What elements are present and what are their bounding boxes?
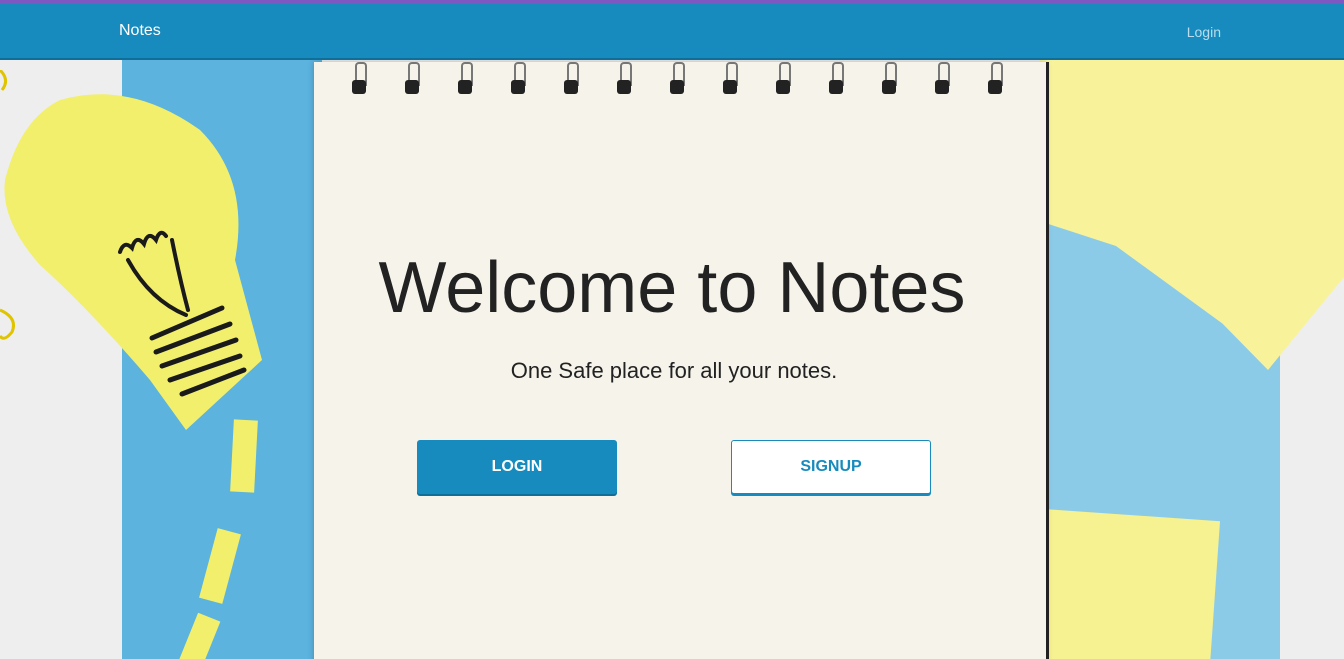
spiral-ring xyxy=(829,62,844,96)
page-title: Welcome to Notes xyxy=(378,248,966,328)
spiral-ring xyxy=(670,62,685,96)
spiral-ring xyxy=(935,62,950,96)
spiral-ring xyxy=(882,62,897,96)
spiral-ring xyxy=(405,62,420,96)
spiral-ring xyxy=(776,62,791,96)
signup-button[interactable]: SIGNUP xyxy=(731,440,931,494)
nav-login-link[interactable]: Login xyxy=(1187,24,1221,40)
background-yellow-paper-bottom xyxy=(1034,509,1221,659)
spiral-ring xyxy=(723,62,738,96)
spiral-ring xyxy=(352,62,367,96)
tagline: One Safe place for all your notes. xyxy=(510,358,838,383)
spiral-ring xyxy=(511,62,526,96)
login-button[interactable]: LOGIN xyxy=(417,440,617,494)
navbar: Notes Login xyxy=(0,4,1344,60)
spiral-ring xyxy=(564,62,579,96)
brand-link[interactable]: Notes xyxy=(119,22,161,40)
spiral-ring xyxy=(988,62,1003,96)
spiral-ring xyxy=(458,62,473,96)
spiral-ring xyxy=(617,62,632,96)
hero-section: Welcome to Notes One Safe place for all … xyxy=(0,60,1344,659)
